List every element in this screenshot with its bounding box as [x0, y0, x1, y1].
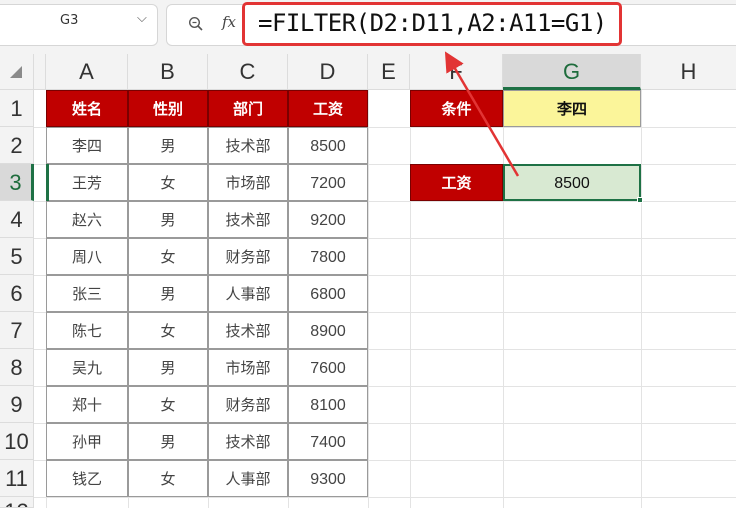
function-icon[interactable]: fx	[222, 13, 236, 31]
column-header-h[interactable]: H	[641, 54, 736, 90]
chevron-down-icon[interactable]: ⌵	[137, 11, 147, 26]
row-header-5[interactable]: 5	[0, 238, 34, 275]
row-header-2[interactable]: 2	[0, 127, 34, 164]
table-cell-gender[interactable]: 男	[128, 275, 208, 312]
condition-label-cell[interactable]: 条件	[410, 90, 503, 127]
table-cell-name[interactable]: 陈七	[46, 312, 128, 349]
table-cell-salary[interactable]: 8500	[288, 127, 368, 164]
table-cell-name[interactable]: 孙甲	[46, 423, 128, 460]
column-header-a[interactable]: A	[46, 54, 128, 90]
gridline	[368, 90, 369, 508]
table-cell-name[interactable]: 周八	[46, 238, 128, 275]
row-header-6[interactable]: 6	[0, 275, 34, 312]
header-cell-salary[interactable]: 工资	[288, 90, 368, 127]
table-cell-department[interactable]: 技术部	[208, 312, 288, 349]
select-all-icon[interactable]	[10, 66, 22, 78]
table-cell-department[interactable]: 人事部	[208, 460, 288, 497]
row-header-4[interactable]: 4	[0, 201, 34, 238]
table-cell-gender[interactable]: 男	[128, 349, 208, 386]
table-cell-salary[interactable]: 7400	[288, 423, 368, 460]
gridline	[34, 497, 736, 498]
name-box[interactable]	[0, 4, 158, 46]
table-cell-name[interactable]: 钱乙	[46, 460, 128, 497]
table-cell-gender[interactable]: 女	[128, 164, 208, 201]
table-cell-department[interactable]: 人事部	[208, 275, 288, 312]
header-cell-name[interactable]: 姓名	[46, 90, 128, 127]
salary-label-cell[interactable]: 工资	[410, 164, 503, 201]
table-cell-name[interactable]: 王芳	[46, 164, 128, 201]
table-cell-name[interactable]: 李四	[46, 127, 128, 164]
row-header-11[interactable]: 11	[0, 460, 34, 497]
table-cell-gender[interactable]: 女	[128, 312, 208, 349]
formula-text: =FILTER(D2:D11,A2:A11=G1)	[258, 9, 607, 37]
table-cell-name[interactable]: 张三	[46, 275, 128, 312]
condition-value-cell[interactable]: 李四	[503, 90, 641, 127]
gridline	[410, 90, 411, 508]
salary-result-cell[interactable]: 8500	[503, 164, 641, 201]
gridline	[641, 90, 642, 508]
table-cell-gender[interactable]: 女	[128, 238, 208, 275]
table-cell-name[interactable]: 郑十	[46, 386, 128, 423]
table-cell-department[interactable]: 财务部	[208, 386, 288, 423]
table-cell-department[interactable]: 技术部	[208, 423, 288, 460]
table-cell-name[interactable]: 赵六	[46, 201, 128, 238]
table-cell-department[interactable]: 技术部	[208, 201, 288, 238]
row-header-10[interactable]: 10	[0, 423, 34, 460]
table-cell-salary[interactable]: 7600	[288, 349, 368, 386]
table-cell-gender[interactable]: 男	[128, 127, 208, 164]
header-cell-department[interactable]: 部门	[208, 90, 288, 127]
table-cell-department[interactable]: 市场部	[208, 349, 288, 386]
row-header-7[interactable]: 7	[0, 312, 34, 349]
header-cell-gender[interactable]: 性别	[128, 90, 208, 127]
table-cell-department[interactable]: 技术部	[208, 127, 288, 164]
table-cell-gender[interactable]: 女	[128, 386, 208, 423]
column-header-f[interactable]: F	[410, 54, 503, 90]
column-header-gap	[34, 54, 46, 90]
column-header-d[interactable]: D	[288, 54, 368, 90]
row-header-12[interactable]: 12	[0, 497, 34, 508]
row-header-3[interactable]: 3	[0, 164, 34, 201]
zoom-icon[interactable]	[188, 16, 204, 32]
formula-highlight-box[interactable]: =FILTER(D2:D11,A2:A11=G1)	[242, 2, 622, 46]
table-cell-salary[interactable]: 8900	[288, 312, 368, 349]
table-cell-salary[interactable]: 6800	[288, 275, 368, 312]
table-cell-salary[interactable]: 8100	[288, 386, 368, 423]
table-cell-salary[interactable]: 9200	[288, 201, 368, 238]
column-header-e[interactable]: E	[368, 54, 410, 90]
table-cell-gender[interactable]: 女	[128, 460, 208, 497]
table-cell-department[interactable]: 市场部	[208, 164, 288, 201]
table-cell-department[interactable]: 财务部	[208, 238, 288, 275]
row-header-8[interactable]: 8	[0, 349, 34, 386]
table-cell-gender[interactable]: 男	[128, 201, 208, 238]
name-box-value: G3	[60, 13, 79, 28]
table-cell-salary[interactable]: 7200	[288, 164, 368, 201]
fill-handle[interactable]	[637, 197, 643, 203]
column-header-b[interactable]: B	[128, 54, 208, 90]
row-header-9[interactable]: 9	[0, 386, 34, 423]
column-header-c[interactable]: C	[208, 54, 288, 90]
column-header-g[interactable]: G	[503, 54, 641, 90]
table-cell-salary[interactable]: 7800	[288, 238, 368, 275]
table-cell-salary[interactable]: 9300	[288, 460, 368, 497]
table-cell-name[interactable]: 吴九	[46, 349, 128, 386]
table-cell-gender[interactable]: 男	[128, 423, 208, 460]
cell-edge-marker	[46, 164, 49, 201]
row-header-1[interactable]: 1	[0, 90, 34, 127]
gridline	[503, 90, 504, 508]
